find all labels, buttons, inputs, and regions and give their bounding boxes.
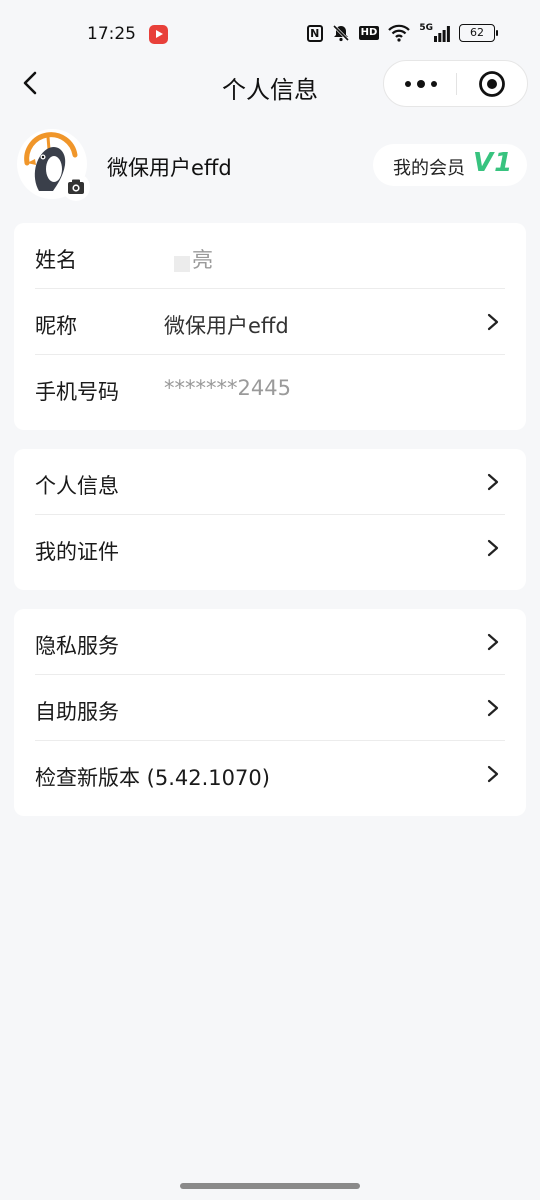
phone-row: 手机号码 *******2445 [14,355,526,421]
5g-signal-icon: 5G [419,24,450,42]
hd-icon: HD [358,26,380,40]
chevron-right-icon [487,539,499,557]
status-icons: N HD 5G 62 [306,24,498,42]
chevron-right-icon [487,473,499,491]
privacy-service-label: 隐私服务 [35,634,119,658]
video-app-icon [149,25,168,44]
member-level-badge: V1 [473,148,514,178]
personal-info-row[interactable]: 个人信息 [14,449,526,515]
self-service-row[interactable]: 自助服务 [14,675,526,741]
personal-info-label: 个人信息 [35,474,119,498]
target-close-icon [479,71,505,97]
nickname-label: 昵称 [35,314,77,338]
nav-bar: 个人信息 [0,58,540,110]
capsule-divider [456,73,457,95]
services-card: 隐私服务 自助服务 检查新版本 (5.42.1070) [14,609,526,816]
info-card: 个人信息 我的证件 [14,449,526,590]
check-update-label: 检查新版本 (5.42.1070) [35,766,270,790]
basic-info-card: 姓名 亮 昵称 微保用户effd 手机号码 *******2445 [14,223,526,430]
name-row: 姓名 亮 [14,223,526,289]
self-service-label: 自助服务 [35,700,119,724]
check-update-row[interactable]: 检查新版本 (5.42.1070) [14,741,526,807]
wifi-icon [388,24,411,42]
my-documents-label: 我的证件 [35,540,119,564]
username: 微保用户effd [107,156,232,180]
mini-program-capsule [383,60,528,107]
chevron-right-icon [487,313,499,331]
name-label: 姓名 [35,248,77,272]
name-value: 亮 [192,248,213,272]
mute-icon [332,24,350,42]
home-indicator[interactable] [180,1183,360,1189]
member-button[interactable]: 我的会员 V1 [373,144,527,186]
member-label: 我的会员 [393,158,465,179]
my-documents-row[interactable]: 我的证件 [14,515,526,581]
chevron-right-icon [487,699,499,717]
chevron-right-icon [487,765,499,783]
privacy-service-row[interactable]: 隐私服务 [14,609,526,675]
battery-icon: 62 [459,24,498,42]
phone-value: *******2445 [164,376,291,400]
more-dots-icon-center [417,80,425,88]
nfc-icon: N [306,24,323,42]
more-dots-icon [405,81,411,87]
status-time: 17:25 [87,24,136,44]
back-chevron-icon [23,71,37,95]
name-mask [174,256,190,272]
change-avatar-button[interactable] [62,173,90,201]
back-button[interactable] [16,68,46,98]
nickname-value: 微保用户effd [164,314,289,338]
chevron-right-icon [487,633,499,651]
phone-label: 手机号码 [35,380,119,404]
network-type: 5G [419,23,433,33]
more-dots-icon-right [431,81,437,87]
camera-icon [68,179,84,194]
nickname-row[interactable]: 昵称 微保用户effd [14,289,526,355]
more-button[interactable] [384,61,456,106]
close-button[interactable] [478,70,506,98]
